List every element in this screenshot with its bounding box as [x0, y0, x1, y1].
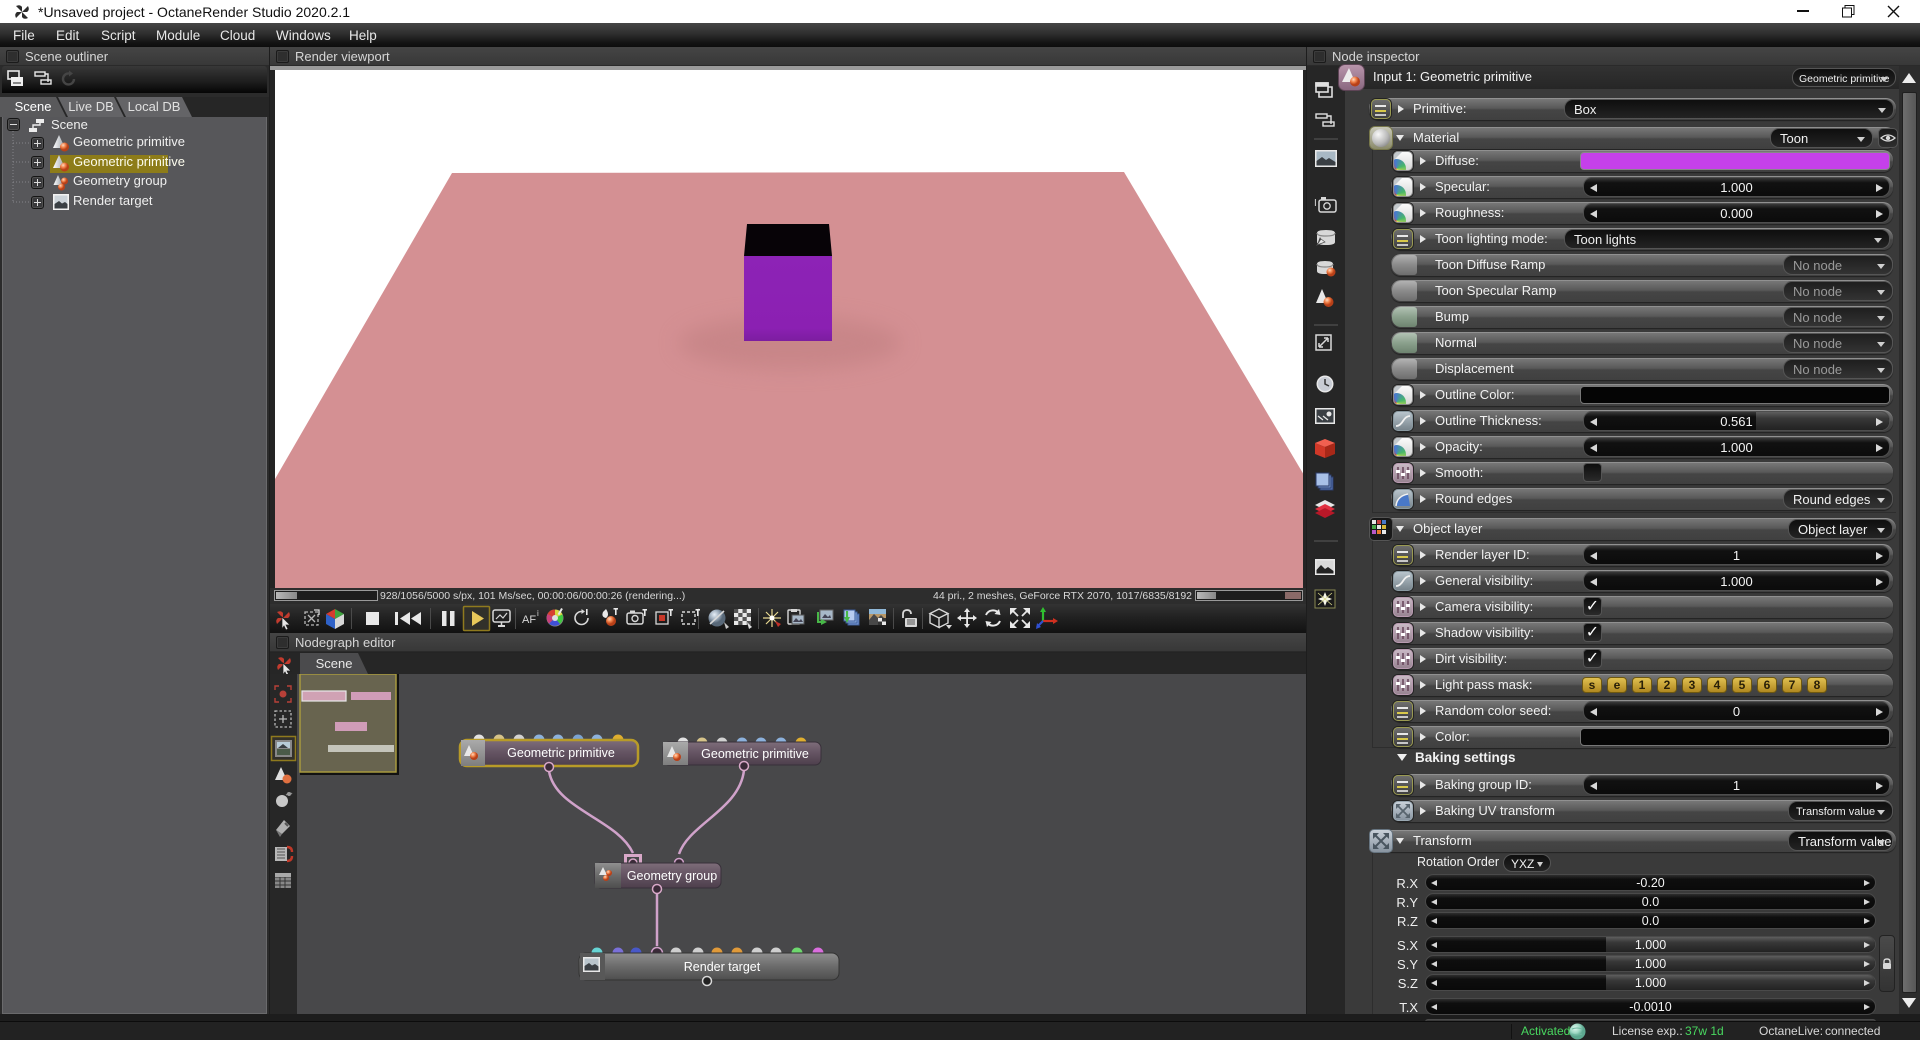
svg-text:I: I — [1314, 198, 1317, 209]
svg-text:i: i — [537, 609, 539, 618]
svg-text:Geometric primitive: Geometric primitive — [701, 747, 809, 761]
svg-text:Geometry group: Geometry group — [627, 869, 717, 883]
svg-text:AF: AF — [522, 614, 536, 626]
svg-text:Geometric primitive: Geometric primitive — [507, 746, 615, 760]
svg-text:Render target: Render target — [684, 960, 761, 974]
